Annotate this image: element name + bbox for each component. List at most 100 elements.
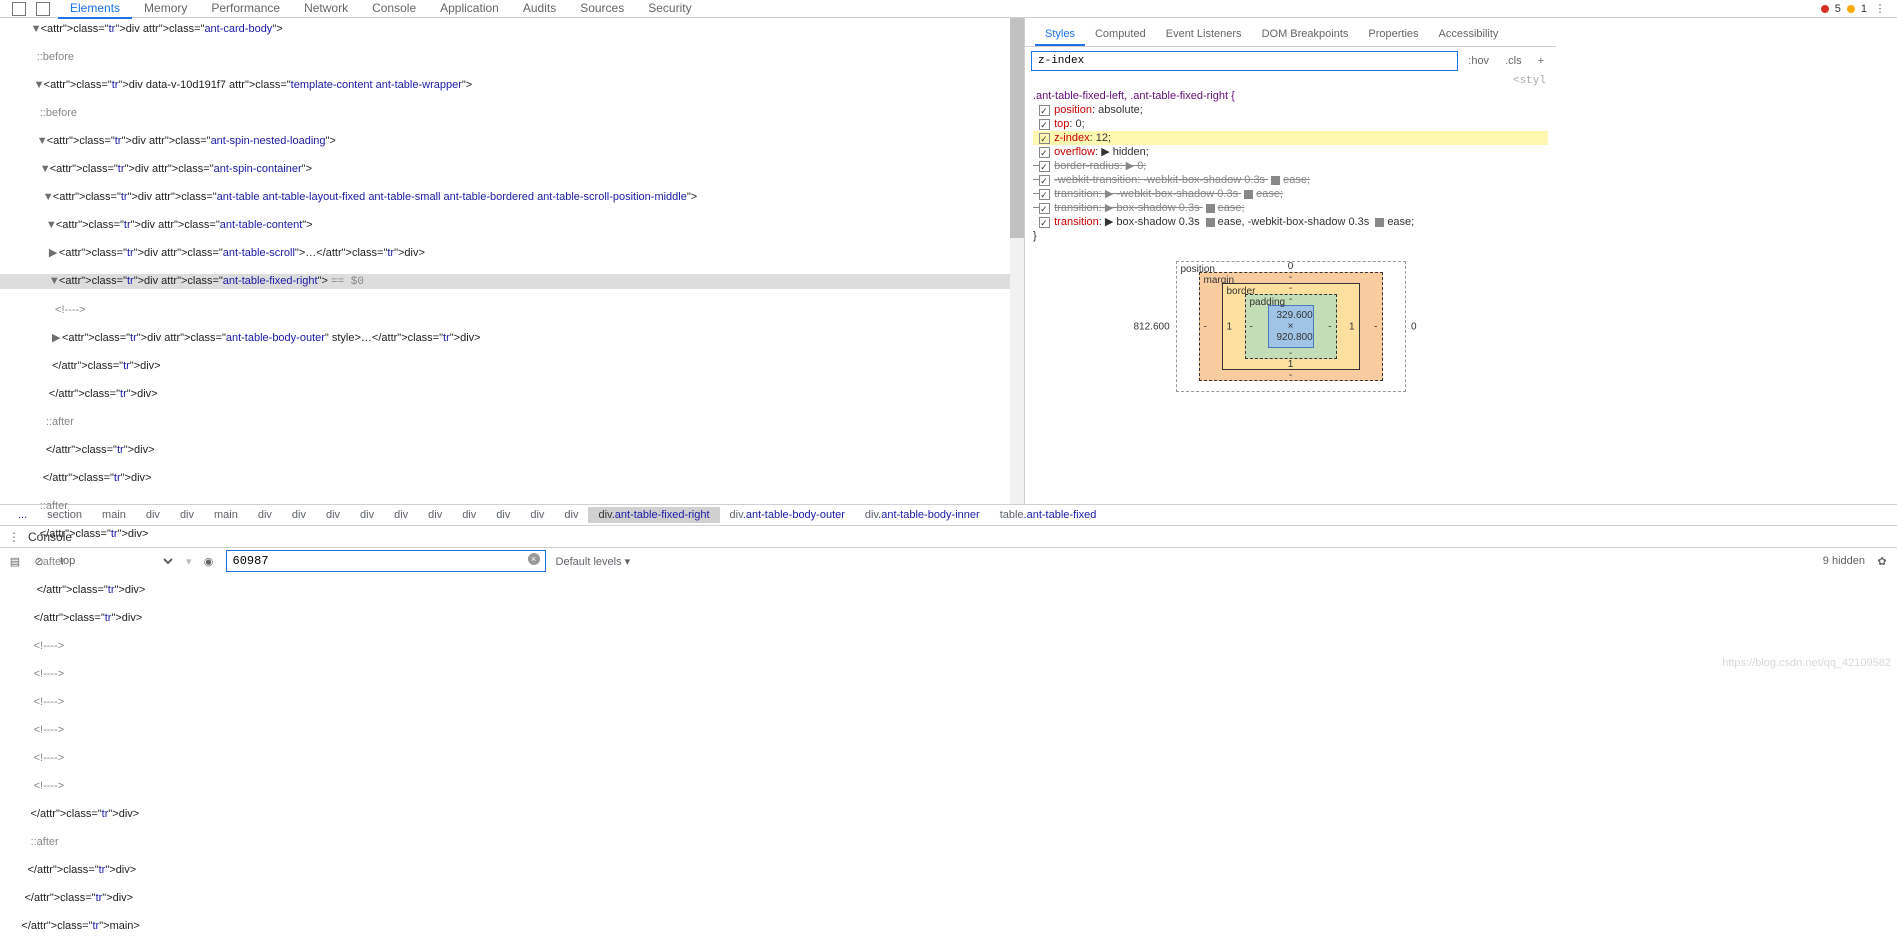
scroll-thumb[interactable]: [1010, 18, 1024, 238]
box-padding-left[interactable]: -: [1250, 321, 1253, 332]
dom-node[interactable]: <!---->: [0, 723, 1024, 737]
box-border-bottom[interactable]: 1: [1288, 359, 1294, 370]
dom-node[interactable]: <!---->: [0, 751, 1024, 765]
tab-performance[interactable]: Performance: [199, 0, 292, 19]
clear-filter-icon[interactable]: ×: [528, 553, 540, 565]
dom-node[interactable]: <!---->: [0, 695, 1024, 709]
tab-application[interactable]: Application: [428, 0, 511, 19]
tab-memory[interactable]: Memory: [132, 0, 199, 19]
box-margin-bottom[interactable]: -: [1289, 370, 1292, 381]
dom-node[interactable]: ▼<attr">class="tr">div attr">class="ant-…: [0, 22, 1024, 36]
ease-swatch[interactable]: [1244, 190, 1253, 199]
subtab-event-listeners[interactable]: Event Listeners: [1156, 24, 1252, 46]
tab-network[interactable]: Network: [292, 0, 360, 19]
dom-node[interactable]: <!---->: [0, 779, 1024, 793]
subtab-computed[interactable]: Computed: [1085, 24, 1156, 46]
console-sidebar-icon[interactable]: ▤: [8, 554, 22, 568]
css-declaration[interactable]: top: 0;: [1033, 117, 1548, 131]
box-border-top[interactable]: -: [1289, 283, 1292, 294]
box-margin-right[interactable]: -: [1374, 321, 1377, 332]
dom-node[interactable]: ::after: [0, 415, 1024, 429]
dom-node[interactable]: </attr">class="tr">div>: [0, 807, 1024, 821]
console-filter-input[interactable]: [226, 550, 546, 572]
dom-scrollbar[interactable]: [1010, 18, 1024, 504]
box-padding-right[interactable]: -: [1328, 321, 1331, 332]
ease-swatch[interactable]: [1206, 204, 1215, 213]
ease-swatch[interactable]: [1206, 218, 1215, 227]
prop-checkbox[interactable]: [1039, 189, 1050, 200]
cls-toggle[interactable]: .cls: [1499, 55, 1528, 67]
dom-node[interactable]: ▼<attr">class="tr">div attr">class="ant-…: [0, 274, 1024, 289]
dom-node[interactable]: </attr">class="tr">div>: [0, 471, 1024, 485]
prop-checkbox[interactable]: [1039, 105, 1050, 116]
console-settings-icon[interactable]: ✿: [1875, 554, 1889, 568]
dom-tree[interactable]: ▼<attr">class="tr">div attr">class="ant-…: [0, 18, 1024, 946]
subtab-dom-breakpoints[interactable]: DOM Breakpoints: [1252, 24, 1359, 46]
subtab-properties[interactable]: Properties: [1358, 24, 1428, 46]
box-model[interactable]: 812.600 position 0 0 margin - - - - bord…: [1176, 261, 1406, 392]
css-rule[interactable]: .ant-table-fixed-left, .ant-table-fixed-…: [1025, 87, 1556, 247]
css-declaration[interactable]: z-index: 12;: [1033, 131, 1548, 145]
dom-node[interactable]: ::before: [0, 50, 1024, 64]
new-rule-icon[interactable]: +: [1532, 55, 1550, 67]
css-declaration[interactable]: -webkit-transition: -webkit-box-shadow 0…: [1033, 173, 1548, 187]
dom-node[interactable]: ▼<attr">class="tr">div attr">class="ant-…: [0, 190, 1024, 204]
dom-node[interactable]: ▼<attr">class="tr">div data-v-10d191f7 a…: [0, 78, 1024, 92]
dom-node[interactable]: ▼<attr">class="tr">div attr">class="ant-…: [0, 134, 1024, 148]
dom-node[interactable]: </attr">class="tr">div>: [0, 387, 1024, 401]
prop-checkbox[interactable]: [1039, 217, 1050, 228]
tab-elements[interactable]: Elements: [58, 0, 132, 19]
log-levels-select[interactable]: Default levels ▾: [556, 555, 631, 568]
prop-checkbox[interactable]: [1039, 147, 1050, 158]
css-declaration[interactable]: position: absolute;: [1033, 103, 1548, 117]
subtab-styles[interactable]: Styles: [1035, 24, 1085, 46]
device-icon[interactable]: [36, 2, 50, 16]
prop-checkbox[interactable]: [1039, 133, 1050, 144]
inspect-icon[interactable]: [12, 2, 26, 16]
dom-node[interactable]: ::before: [0, 106, 1024, 120]
context-select[interactable]: top: [56, 554, 176, 568]
rule-selector[interactable]: .ant-table-fixed-left, .ant-table-fixed-…: [1033, 90, 1235, 102]
dom-node[interactable]: </attr">class="tr">div>: [0, 527, 1024, 541]
tab-audits[interactable]: Audits: [511, 0, 568, 19]
dom-node[interactable]: ::after: [0, 835, 1024, 849]
ease-swatch[interactable]: [1271, 176, 1280, 185]
dom-node[interactable]: ▶<attr">class="tr">div attr">class="ant-…: [0, 246, 1024, 260]
box-content-size[interactable]: 329.600 × 920.800: [1268, 305, 1314, 348]
prop-checkbox[interactable]: [1039, 175, 1050, 186]
dom-node[interactable]: ▶<attr">class="tr">div attr">class="ant-…: [0, 331, 1024, 345]
box-padding-bottom[interactable]: -: [1289, 348, 1292, 359]
css-declaration[interactable]: overflow: ▶ hidden;: [1033, 145, 1548, 159]
dom-node[interactable]: ::after: [0, 499, 1024, 513]
dom-node[interactable]: ▼<attr">class="tr">div attr">class="ant-…: [0, 162, 1024, 176]
dom-node[interactable]: <!---->: [0, 303, 1024, 317]
prop-checkbox[interactable]: [1039, 203, 1050, 214]
prop-checkbox[interactable]: [1039, 119, 1050, 130]
more-icon[interactable]: ⋮: [1873, 2, 1887, 16]
css-declaration[interactable]: transition: ▶ box-shadow 0.3s ease, -web…: [1033, 215, 1548, 229]
rule-source-link[interactable]: <styl: [1025, 75, 1556, 87]
box-padding-top[interactable]: -: [1289, 294, 1292, 305]
tab-console[interactable]: Console: [360, 0, 428, 19]
css-declaration[interactable]: border-radius: ▶ 0;: [1033, 159, 1548, 173]
subtab-accessibility[interactable]: Accessibility: [1429, 24, 1509, 46]
box-border-left[interactable]: 1: [1227, 321, 1233, 332]
dom-node[interactable]: </attr">class="tr">div>: [0, 863, 1024, 877]
box-margin-top[interactable]: -: [1289, 272, 1292, 283]
box-margin-left[interactable]: -: [1204, 321, 1207, 332]
css-declaration[interactable]: transition: ▶ box-shadow 0.3s ease;: [1033, 201, 1548, 215]
styles-filter-input[interactable]: [1031, 51, 1458, 71]
dom-node[interactable]: ▼<attr">class="tr">div attr">class="ant-…: [0, 218, 1024, 232]
console-eye-icon[interactable]: ◉: [202, 554, 216, 568]
tab-security[interactable]: Security: [636, 0, 703, 19]
dom-node[interactable]: <!---->: [0, 639, 1024, 653]
dom-node[interactable]: </attr">class="tr">div>: [0, 891, 1024, 905]
dom-node[interactable]: </attr">class="tr">div>: [0, 359, 1024, 373]
dom-node[interactable]: </attr">class="tr">main>: [0, 919, 1024, 933]
css-declaration[interactable]: transition: ▶ -webkit-box-shadow 0.3s ea…: [1033, 187, 1548, 201]
prop-checkbox[interactable]: [1039, 161, 1050, 172]
dom-node[interactable]: <!---->: [0, 667, 1024, 681]
hov-toggle[interactable]: :hov: [1462, 55, 1495, 67]
console-clear-icon[interactable]: ⊘: [32, 554, 46, 568]
dom-node[interactable]: </attr">class="tr">div>: [0, 583, 1024, 597]
